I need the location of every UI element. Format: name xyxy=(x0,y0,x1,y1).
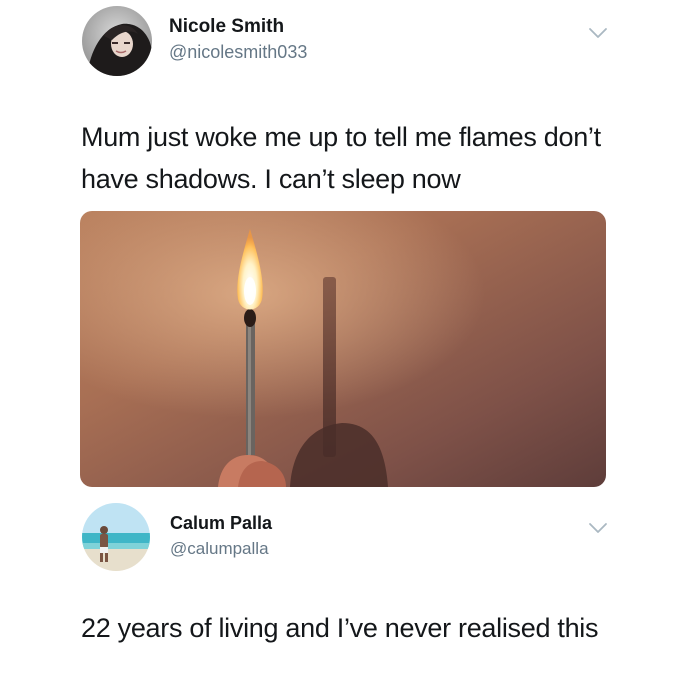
display-name[interactable]: Calum Palla xyxy=(170,513,272,534)
burning-match-photo-icon xyxy=(80,211,606,487)
user-handle[interactable]: @nicolesmith033 xyxy=(169,42,307,63)
user-handle[interactable]: @calumpalla xyxy=(170,539,269,559)
display-name[interactable]: Nicole Smith xyxy=(169,16,284,38)
tweet-text: 22 years of living and I’ve never realis… xyxy=(81,613,599,643)
tweet-card: Nicole Smith @nicolesmith033 Mum just wo… xyxy=(0,0,700,500)
avatar[interactable] xyxy=(82,6,152,76)
avatar[interactable] xyxy=(82,503,150,571)
profile-photo-icon xyxy=(82,503,150,571)
tweet-text: Mum just woke me up to tell me flames do… xyxy=(81,122,601,194)
chevron-down-icon[interactable] xyxy=(587,521,609,535)
chevron-down-icon[interactable] xyxy=(587,26,609,40)
tweet-card: Calum Palla @calumpalla 22 years of livi… xyxy=(0,495,700,700)
tweet-media-image[interactable] xyxy=(80,211,606,487)
profile-photo-icon xyxy=(82,6,152,76)
